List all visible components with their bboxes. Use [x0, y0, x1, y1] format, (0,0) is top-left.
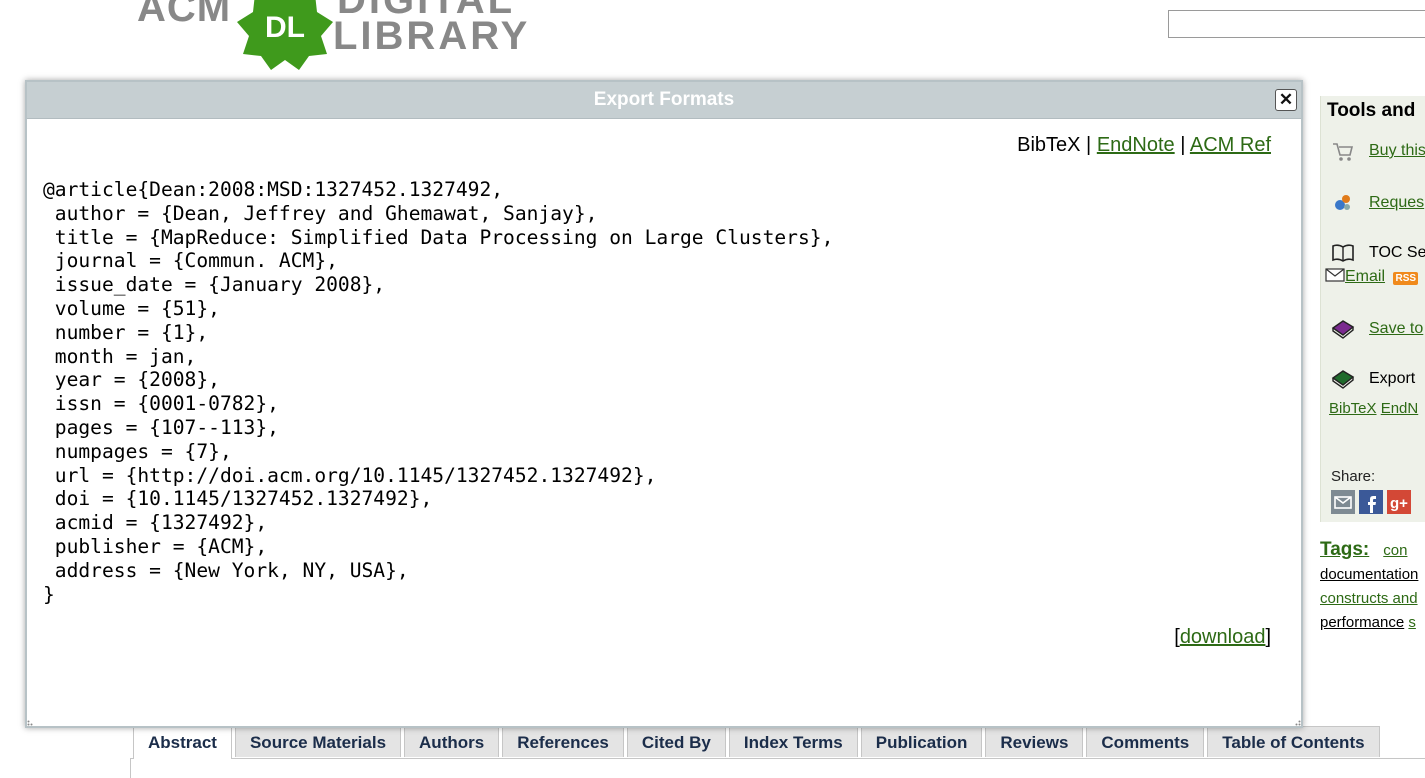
tab-index-terms[interactable]: Index Terms — [728, 726, 858, 757]
request-permissions-row: Reques — [1331, 192, 1424, 214]
article-tabs: Abstract Source Materials Authors Reference… — [133, 726, 1383, 759]
svg-text:DL: DL — [265, 11, 305, 44]
tools-panel-title: Tools and — [1327, 100, 1416, 121]
tab-abstract[interactable]: Abstract — [133, 726, 232, 759]
logo-acm-text: ACM — [137, 0, 232, 30]
tab-comments[interactable]: Comments — [1086, 726, 1205, 757]
export-formats-label: Export — [1369, 370, 1416, 388]
resize-grip-icon[interactable] — [1295, 720, 1301, 726]
tab-publication[interactable]: Publication — [860, 726, 983, 757]
tab-cited-by[interactable]: Cited By — [626, 726, 726, 757]
dl-badge-icon: DL — [237, 0, 333, 70]
share-email-icon[interactable] — [1331, 490, 1355, 514]
save-to-binder-row: Save to — [1331, 318, 1423, 340]
logo-library-text: LIBRARY — [333, 14, 531, 58]
rss-icon[interactable]: RSS — [1393, 272, 1419, 285]
dialog-titlebar[interactable]: Export Formats ✕ — [27, 82, 1301, 119]
tag-link[interactable]: documentation — [1320, 566, 1418, 583]
purple-book-icon — [1331, 320, 1355, 339]
request-permissions-link[interactable]: Reques — [1369, 194, 1424, 211]
bibtex-citation-text: @article{Dean:2008:MSD:1327452.1327492, … — [43, 178, 834, 606]
green-book-icon — [1331, 370, 1355, 389]
sidebar-endnote-link[interactable]: EndN — [1381, 400, 1419, 417]
close-icon[interactable]: ✕ — [1275, 89, 1297, 111]
tools-and-resources-panel: Tools and Buy this Reques TOC Se Email R… — [1320, 96, 1425, 522]
tab-references[interactable]: References — [502, 726, 624, 757]
tags-heading[interactable]: Tags: — [1320, 539, 1369, 560]
download-wrapper: [download] — [1174, 626, 1271, 649]
export-links-row: BibTeX EndN — [1329, 400, 1418, 417]
svg-text:g+: g+ — [1390, 495, 1408, 512]
format-bibtex-active: BibTeX — [1017, 134, 1081, 156]
tabs-content-border — [130, 758, 131, 778]
export-formats-row: Export — [1331, 368, 1415, 390]
format-separator: | — [1086, 134, 1092, 156]
tag-link[interactable]: constructs and — [1320, 590, 1418, 607]
buy-article-row: Buy this — [1331, 140, 1425, 162]
email-alert-link[interactable]: Email — [1345, 268, 1385, 285]
share-googleplus-icon[interactable]: g+ — [1387, 490, 1411, 514]
download-link[interactable]: download — [1180, 626, 1266, 648]
tab-reviews[interactable]: Reviews — [985, 726, 1084, 757]
share-facebook-icon[interactable] — [1359, 490, 1383, 514]
tag-link[interactable]: s — [1408, 614, 1416, 631]
acm-dl-logo[interactable]: ACM DL DIGITAL LIBRARY — [137, 0, 557, 72]
download-bracket-close: ] — [1265, 626, 1271, 648]
tabs-divider — [130, 758, 1425, 759]
export-formats-dialog: Export Formats ✕ BibTeX | EndNote | ACM … — [25, 80, 1303, 728]
toc-service-row: TOC Se — [1331, 242, 1425, 264]
dialog-title: Export Formats — [593, 89, 735, 110]
search-input[interactable] — [1168, 10, 1425, 38]
envelope-icon — [1325, 268, 1345, 282]
tag-link[interactable]: con — [1383, 542, 1407, 559]
open-book-icon — [1332, 244, 1354, 262]
tab-source-materials[interactable]: Source Materials — [234, 726, 402, 757]
format-separator: | — [1180, 134, 1186, 156]
tab-authors[interactable]: Authors — [404, 726, 500, 757]
format-endnote-link[interactable]: EndNote — [1097, 134, 1175, 156]
share-icons: g+ — [1331, 490, 1415, 514]
format-acm-ref-link[interactable]: ACM Ref — [1190, 134, 1271, 156]
cart-icon — [1333, 143, 1354, 161]
toc-service-label: TOC Se — [1369, 244, 1425, 262]
tags-section: Tags: con documentation constructs and pe… — [1320, 538, 1425, 635]
format-switcher: BibTeX | EndNote | ACM Ref — [1017, 134, 1271, 157]
buy-article-link[interactable]: Buy this — [1369, 142, 1425, 159]
email-rss-row: Email RSS — [1325, 268, 1419, 286]
tag-link[interactable]: performance — [1320, 614, 1404, 631]
sidebar-bibtex-link[interactable]: BibTeX — [1329, 400, 1377, 417]
permissions-icon — [1335, 195, 1350, 210]
save-to-binder-link[interactable]: Save to — [1369, 320, 1423, 337]
resize-grip-icon[interactable] — [27, 720, 33, 726]
share-label: Share: — [1331, 468, 1376, 485]
tab-table-of-contents[interactable]: Table of Contents — [1207, 726, 1380, 757]
